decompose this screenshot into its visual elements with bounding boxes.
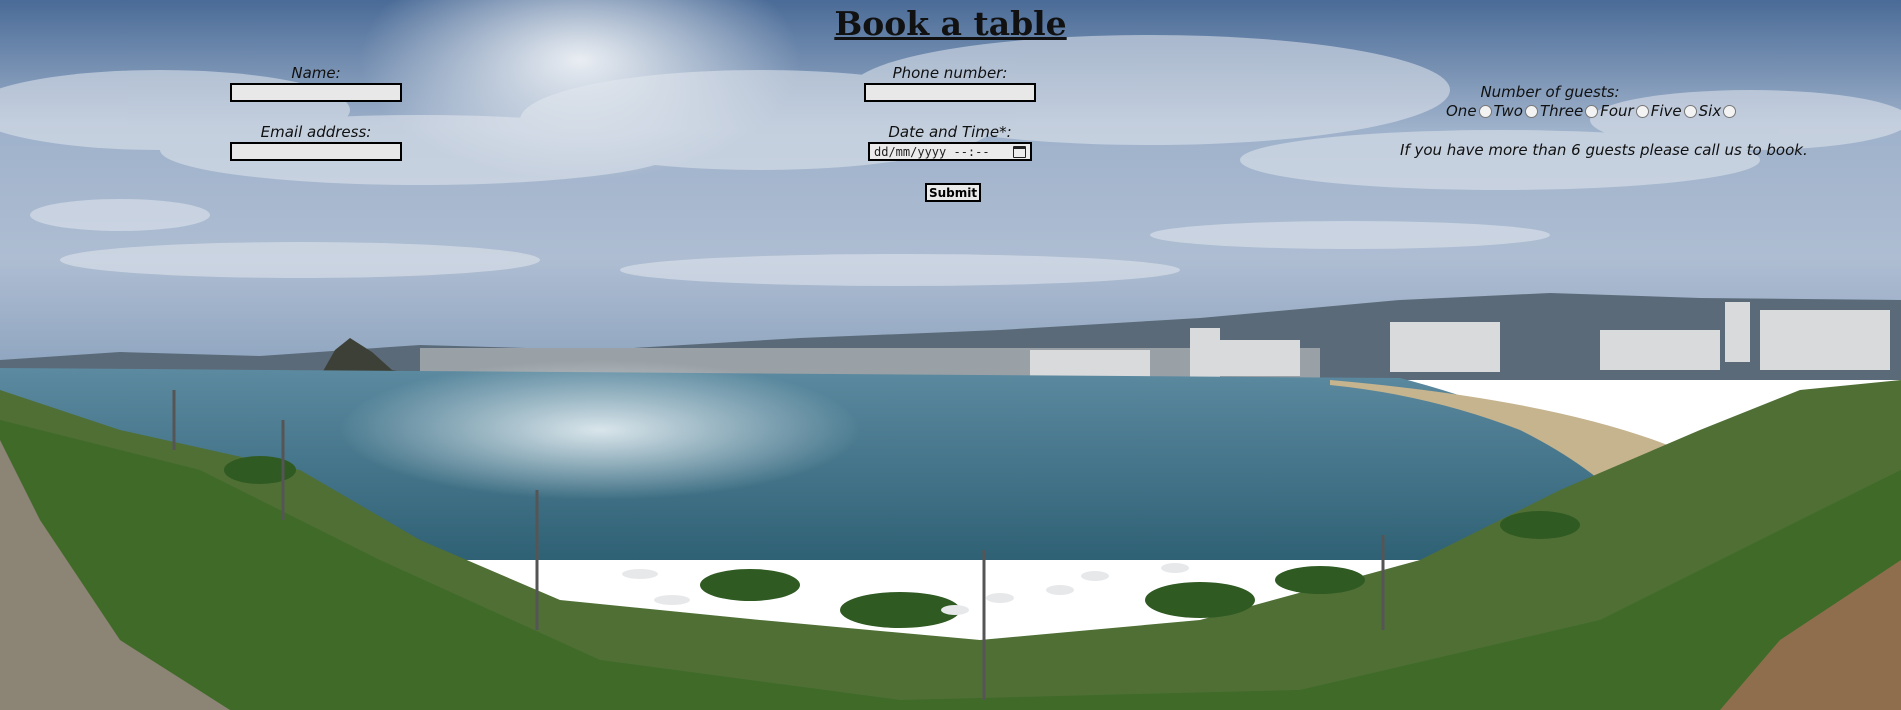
phone-label: Phone number: <box>892 64 1008 82</box>
large-party-note: If you have more than 6 guests please ca… <box>1400 141 1808 159</box>
name-label: Name: <box>291 64 341 82</box>
phone-input[interactable] <box>864 83 1036 102</box>
submit-button[interactable]: Submit <box>925 183 982 202</box>
guest-option-label: Four <box>1600 102 1634 120</box>
email-label: Email address: <box>260 123 372 141</box>
datetime-input[interactable]: dd/mm/yyyy --:-- <box>868 142 1032 161</box>
guest-radio-four[interactable] <box>1635 104 1649 118</box>
guest-radio-three[interactable] <box>1585 104 1599 118</box>
guest-option-six[interactable]: Six <box>1699 102 1737 120</box>
guest-option-five[interactable]: Five <box>1651 102 1697 120</box>
page-title: Book a table <box>834 4 1067 43</box>
guest-radio-five[interactable] <box>1683 104 1697 118</box>
guest-option-three[interactable]: Three <box>1539 102 1599 120</box>
guest-option-label: One <box>1446 102 1477 120</box>
email-input[interactable] <box>230 142 402 161</box>
datetime-label: Date and Time*: <box>888 123 1012 141</box>
guest-option-label: Three <box>1539 102 1584 120</box>
guest-option-label: Six <box>1698 102 1722 120</box>
guest-option-label: Two <box>1493 102 1523 120</box>
datetime-placeholder: dd/mm/yyyy --:-- <box>874 144 990 159</box>
guest-radio-one[interactable] <box>1478 104 1492 118</box>
guests-label: Number of guests: <box>1480 83 1620 101</box>
guest-option-two[interactable]: Two <box>1494 102 1538 120</box>
guest-option-label: Five <box>1650 102 1682 120</box>
guest-option-one[interactable]: One <box>1446 102 1492 120</box>
guest-radio-two[interactable] <box>1524 104 1538 118</box>
name-input[interactable] <box>230 83 402 102</box>
guest-options: One Two Three Four Five Six <box>1446 102 1738 120</box>
guest-radio-six[interactable] <box>1723 104 1737 118</box>
guest-option-four[interactable]: Four <box>1600 102 1649 120</box>
calendar-icon[interactable] <box>1013 145 1026 158</box>
